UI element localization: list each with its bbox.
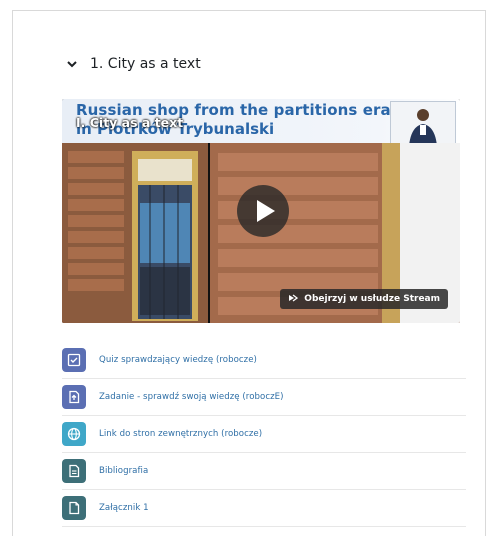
video-overlay-title: I. City as a text [76, 115, 184, 130]
video-frame-left-door [62, 143, 208, 323]
list-item[interactable]: Link do stron zewnętrznych (robocze) [62, 416, 466, 453]
stream-icon [288, 293, 299, 306]
watch-in-stream-button[interactable]: Obejrzyj w usłudze Stream [280, 289, 448, 309]
list-item[interactable]: Quiz sprawdzający wiedzę (robocze) [62, 342, 466, 379]
list-item[interactable]: Zadanie - sprawdź swoją wiedzę (roboczE) [62, 379, 466, 416]
play-icon[interactable] [237, 185, 289, 237]
globe-icon [62, 422, 86, 446]
activity-list: Quiz sprawdzający wiedzę (robocze) Zadan… [62, 342, 466, 527]
section-title[interactable]: 1. City as a text [90, 56, 201, 72]
activity-link-bibliography[interactable]: Bibliografia [99, 466, 148, 476]
assignment-upload-icon [62, 385, 86, 409]
file-icon [62, 496, 86, 520]
activity-link-attachment[interactable]: Załącznik 1 [99, 503, 149, 513]
activity-link-quiz[interactable]: Quiz sprawdzający wiedzę (robocze) [99, 355, 257, 365]
section-header: 1. City as a text [66, 56, 201, 72]
list-item[interactable]: Bibliografia [62, 453, 466, 490]
stream-button-label: Obejrzyj w usłudze Stream [304, 294, 440, 304]
activity-link-external[interactable]: Link do stron zewnętrznych (robocze) [99, 429, 262, 439]
presenter-inset [390, 101, 456, 147]
document-icon [62, 459, 86, 483]
video-player[interactable]: Russian shop from the partitions era in … [62, 99, 460, 323]
quiz-check-icon [62, 348, 86, 372]
activity-link-assignment[interactable]: Zadanie - sprawdź swoją wiedzę (roboczE) [99, 392, 284, 402]
list-item[interactable]: Załącznik 1 [62, 490, 466, 527]
chevron-down-icon[interactable] [66, 58, 78, 70]
